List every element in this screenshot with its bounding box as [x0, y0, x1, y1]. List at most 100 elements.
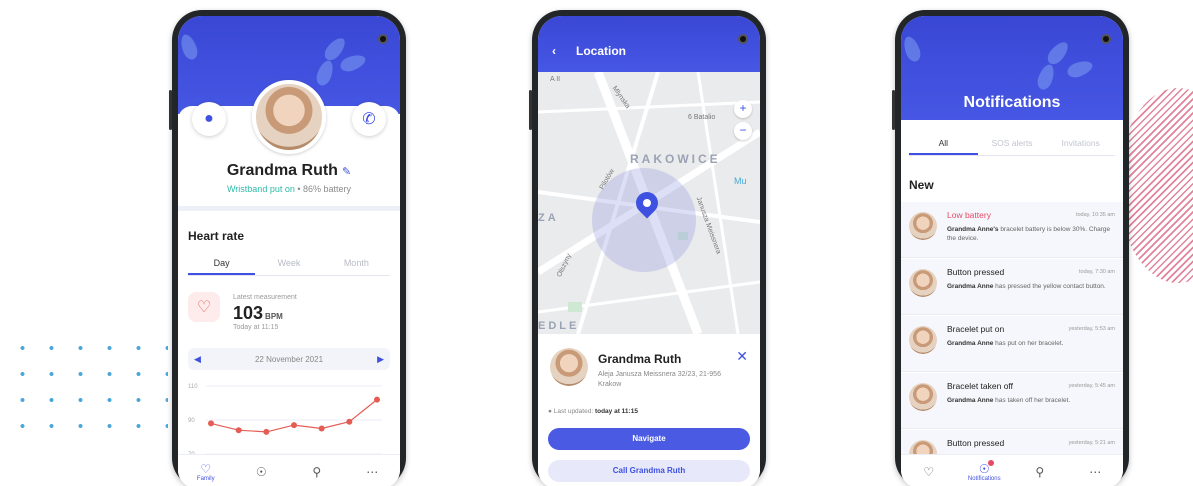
heart-icon: ♡ [923, 464, 935, 479]
nav-location[interactable]: ⚲ [1020, 465, 1060, 479]
notification-body: Grandma Anne's bracelet battery is below… [947, 225, 1113, 243]
heart-icon: ♡ [200, 461, 212, 476]
notification-item[interactable]: Bracelet taken off yesterday, 5:45 am Gr… [901, 373, 1123, 429]
map-label: 6 Batalio [688, 114, 716, 121]
nav-more[interactable]: ⋯ [352, 465, 392, 479]
phone-notifications: Notifications All SOS alerts Invitations… [892, 10, 1129, 486]
tab-all[interactable]: All [909, 138, 978, 155]
latest-label: Latest measurement [233, 294, 297, 301]
zoom-out-icon[interactable]: − [734, 122, 752, 140]
leaf-decoration [1034, 62, 1058, 92]
notification-body: Grandma Anne has pressed the yellow cont… [947, 282, 1113, 291]
tab-invitations[interactable]: Invitations [1046, 138, 1115, 155]
bpm-value: 103 [233, 303, 264, 323]
location-title: Location [576, 44, 626, 58]
map-label: A II [550, 76, 561, 83]
updated-prefix: Last updated: [553, 408, 594, 415]
bottom-nav: ♡ Family ☉ ⚲ ⋯ [178, 454, 400, 486]
map-view[interactable]: A II Mlynska 6 Batalio RAKOWICE Mu Pilot… [538, 72, 760, 334]
tab-month[interactable]: Month [323, 258, 390, 275]
tick-label: 110 [188, 384, 198, 390]
avatar [252, 80, 326, 154]
person-address: Aleja Janusza Meissnera 32/23, 21-956 Kr… [598, 371, 721, 388]
location-screen: ‹ Location A II Mlynska 6 Batalio RAKOWI… [538, 16, 760, 486]
notification-body: Grandma Anne has put on her bracelet. [947, 339, 1113, 348]
navigate-button[interactable]: Navigate [548, 428, 750, 450]
person-name: Grandma Ruth [598, 352, 682, 366]
nav-more[interactable]: ⋯ [1075, 465, 1115, 479]
notification-text: has pressed the yellow contact button. [993, 283, 1106, 290]
next-date-icon[interactable]: ▶ [377, 354, 384, 365]
call-button[interactable]: Call Grandma Ruth [548, 460, 750, 482]
notification-title: Bracelet taken off [947, 381, 1013, 391]
notification-time: yesterday, 5:53 am [1068, 326, 1115, 332]
more-icon: ⋯ [366, 464, 379, 479]
device-status: Wristband put on • 86% battery [178, 184, 400, 194]
notification-item[interactable]: Low battery today, 10:35 am Grandma Anne… [901, 202, 1123, 258]
heart-rate-icon: ♡ [188, 292, 220, 322]
call-button[interactable]: ✆ [352, 102, 386, 136]
notification-body: Grandma Anne has taken off her bracelet. [947, 396, 1113, 405]
zoom-in-icon[interactable]: + [734, 100, 752, 118]
phone-location: ‹ Location A II Mlynska 6 Batalio RAKOWI… [529, 10, 766, 486]
notification-time: today, 10:35 am [1075, 212, 1115, 218]
section-title: Heart rate [188, 229, 245, 243]
leaf-decoration [338, 51, 368, 75]
heart-rate-chart: 1109070 [188, 384, 382, 458]
close-icon[interactable]: ✕ [736, 348, 748, 365]
measurement-time: Today at 11:15 [233, 324, 279, 331]
notification-tabs: All SOS alerts Invitations [909, 138, 1115, 156]
notification-time: yesterday, 5:45 am [1068, 383, 1115, 389]
striped-circle-decoration [1118, 88, 1193, 283]
unread-badge [988, 459, 995, 466]
notification-who: Grandma Anne [947, 340, 994, 347]
selected-date: 22 November 2021 [254, 354, 324, 364]
heart-rate-point [235, 427, 242, 434]
leaf-decoration [313, 58, 337, 88]
date-selector: ◀ 22 November 2021 ▶ [188, 348, 390, 370]
bell-icon: ☉ [255, 464, 267, 479]
notification-item[interactable]: Button pressed today, 7:30 am Grandma An… [901, 259, 1123, 315]
map-pin-icon: ● [204, 110, 214, 127]
prev-date-icon[interactable]: ◀ [194, 354, 201, 365]
more-icon: ⋯ [1089, 464, 1102, 479]
location-header: ‹ Location [538, 16, 760, 72]
notification-time: today, 7:30 am [1079, 269, 1115, 275]
notification-item[interactable]: Bracelet put on yesterday, 5:53 am Grand… [901, 316, 1123, 372]
wristband-status: Wristband put on [226, 184, 295, 194]
nav-family[interactable]: ♡ [909, 465, 949, 479]
notification-who: Grandma Anne [947, 283, 994, 290]
period-tabs: Day Week Month [188, 258, 390, 276]
profile-name-row: Grandma Ruth ✎ [178, 162, 400, 180]
tab-day[interactable]: Day [188, 258, 256, 275]
map-label: Mu [734, 176, 747, 186]
nav-location[interactable]: ⚲ [297, 465, 337, 479]
nav-family[interactable]: ♡ Family [186, 462, 226, 482]
phone-icon: ✆ [362, 111, 376, 128]
district-label: RAKOWICE [630, 152, 721, 166]
heart-rate-point [291, 422, 297, 429]
notification-title: Button pressed [947, 267, 1005, 277]
edit-icon[interactable]: ✎ [342, 166, 351, 178]
notifications-screen: Notifications All SOS alerts Invitations… [901, 16, 1123, 486]
avatar [909, 383, 937, 411]
leaf-decoration [178, 32, 201, 62]
camera-icon [738, 34, 748, 44]
map-pin-button[interactable]: ● [192, 102, 226, 136]
map-label: ZA [538, 212, 559, 224]
heart-rate-point [318, 425, 325, 432]
heart-rate-point [263, 428, 270, 435]
nav-alarms[interactable]: ☉ [241, 465, 281, 479]
tab-week[interactable]: Week [255, 258, 322, 275]
notification-text: has taken off her bracelet. [993, 397, 1071, 404]
phone-profile: ● ✆ Grandma Ruth ✎ Wristband put on • 86%… [169, 10, 406, 486]
back-icon[interactable]: ‹ [552, 44, 556, 58]
tab-sos[interactable]: SOS alerts [978, 138, 1047, 155]
battery-status: • 86% battery [294, 184, 352, 194]
notification-who: Grandma Anne [947, 397, 994, 404]
last-updated: ● Last updated: today at 11:15 [548, 408, 638, 415]
location-radius [592, 168, 696, 272]
nav-notifications[interactable]: ☉ Notifications [964, 459, 1004, 482]
bpm-unit: BPM [265, 312, 283, 321]
tick-label: 90 [188, 418, 195, 424]
